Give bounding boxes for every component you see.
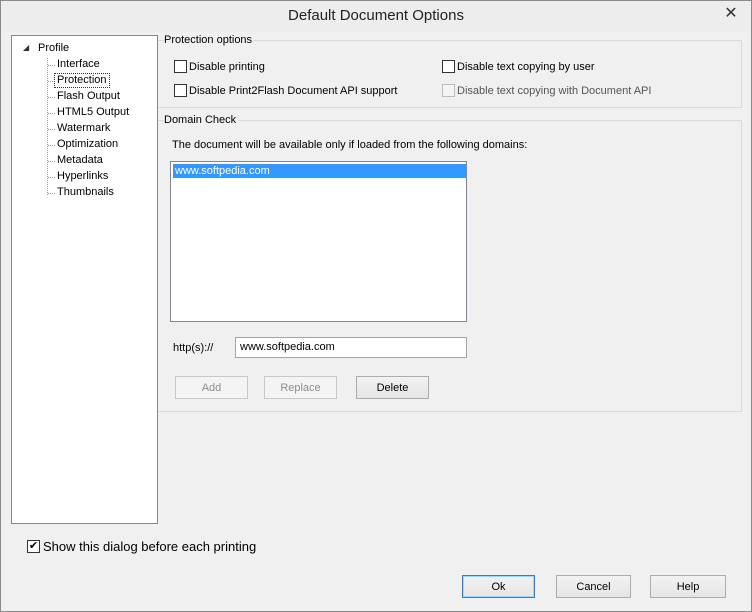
tree-branch [48,97,55,98]
tree-branch [48,113,55,114]
title-bar[interactable]: Default Document Options ✕ [1,1,751,32]
tree-item-watermark[interactable]: Watermark [55,121,112,136]
button-label: Help [676,580,700,593]
ok-button[interactable]: Ok [462,575,535,598]
checkbox-label: Disable text copying by user [457,60,595,73]
delete-button[interactable]: Delete [356,376,429,399]
domain-list-item[interactable]: www.softpedia.com [173,164,466,178]
checkbox-box [174,84,187,97]
dialog-window: Default Document Options ✕ ◢ Profile Int… [0,0,752,612]
tree-item-hyperlinks[interactable]: Hyperlinks [55,169,110,184]
disable-printing-checkbox[interactable]: Disable printing [174,59,265,74]
tree-item-protection[interactable]: Protection [54,73,110,88]
checkbox-box [442,84,455,97]
tree-item-flash-output[interactable]: Flash Output [55,89,122,104]
domain-description: The document will be available only if l… [172,139,528,151]
domain-input[interactable]: www.softpedia.com [235,337,467,358]
disable-api-checkbox[interactable]: Disable Print2Flash Document API support [174,83,398,98]
help-button[interactable]: Help [650,575,726,598]
add-button[interactable]: Add [175,376,248,399]
checkbox-box [442,60,455,73]
checkmark-icon: ✔ [27,540,40,553]
replace-button[interactable]: Replace [264,376,337,399]
tree-branch [48,145,55,146]
close-icon: ✕ [724,5,738,22]
button-label: Ok [491,580,506,593]
tree-item-thumbnails[interactable]: Thumbnails [55,185,116,200]
button-label: Delete [376,381,409,394]
dialog-body: ◢ Profile Interface Protection Flash Out… [1,32,751,611]
tree-connector [47,58,48,195]
disable-copy-api-checkbox[interactable]: Disable text copying with Document API [442,83,651,98]
protocol-label: http(s):// [173,342,214,354]
tree-branch [48,65,55,66]
tree-branch [48,193,55,194]
disable-copy-user-checkbox[interactable]: Disable text copying by user [442,59,595,74]
tree-item-interface[interactable]: Interface [55,57,102,72]
button-label: Add [201,381,222,394]
checkbox-label: Disable Print2Flash Document API support [189,84,398,97]
checkbox-label: Disable printing [189,60,265,73]
checkbox-label: Show this dialog before each printing [43,539,257,554]
tree-item-metadata[interactable]: Metadata [55,153,105,168]
domain-check-group-label: Domain Check [164,114,239,126]
show-dialog-checkbox[interactable]: ✔ Show this dialog before each printing [27,539,256,554]
window-title: Default Document Options [288,7,464,24]
tree-branch [48,161,55,162]
close-button[interactable]: ✕ [716,2,746,24]
protection-group-label: Protection options [164,34,255,46]
tree-item-profile[interactable]: Profile [36,41,71,56]
checkbox-label: Disable text copying with Document API [457,84,652,97]
cancel-button[interactable]: Cancel [556,575,631,598]
tree-branch [48,129,55,130]
button-label: Cancel [576,580,611,593]
collapse-icon[interactable]: ◢ [23,44,31,52]
tree-branch [48,177,55,178]
tree-item-optimization[interactable]: Optimization [55,137,120,152]
options-tree[interactable]: ◢ Profile Interface Protection Flash Out… [11,35,158,524]
tree-item-html5-output[interactable]: HTML5 Output [55,105,131,120]
checkbox-box [174,60,187,73]
button-label: Replace [280,381,321,394]
domain-list[interactable]: www.softpedia.com [170,161,467,322]
